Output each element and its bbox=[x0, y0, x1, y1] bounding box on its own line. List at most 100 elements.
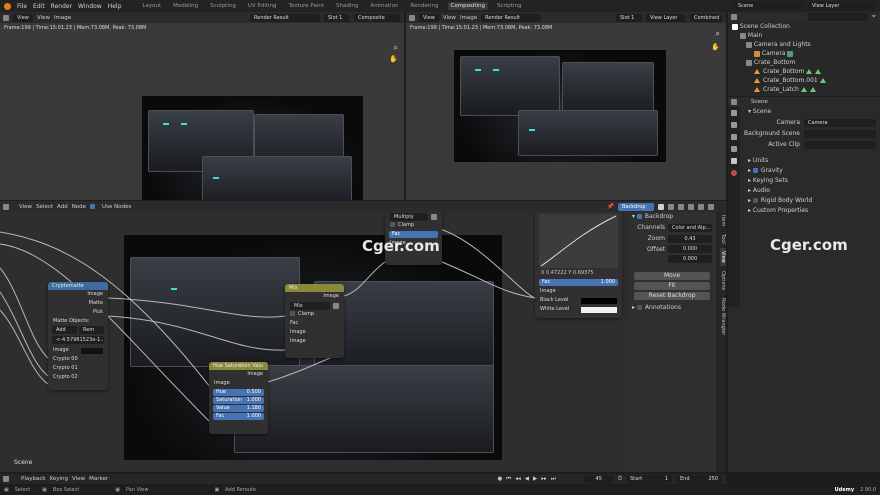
outliner-scene-collection[interactable]: Scene Collection bbox=[728, 22, 880, 31]
outliner-item-crate-latch[interactable]: Crate_Latch bbox=[728, 85, 880, 94]
pin-icon[interactable]: 📌 bbox=[607, 204, 614, 210]
node-canvas[interactable]: Multiply Clamp Fac Image Mix Image Mix C… bbox=[0, 212, 628, 472]
mix-node[interactable]: Mix Image Mix Clamp Fac Image Image bbox=[285, 284, 344, 358]
keying-sets-panel[interactable]: ▸ Keying Sets bbox=[740, 176, 880, 186]
rgb-curves-node[interactable]: X 0.47222 Y 0.69375 Fac 1.000 Image Black… bbox=[535, 212, 622, 318]
node-menu-view[interactable]: View bbox=[19, 204, 32, 210]
menu-view[interactable]: View bbox=[443, 15, 456, 21]
end-frame-field[interactable]: End 250 bbox=[676, 475, 722, 483]
annotations-panel[interactable]: ▸ Annotations bbox=[628, 302, 716, 314]
editor-type-icon[interactable] bbox=[409, 14, 415, 21]
node-preview-icon[interactable] bbox=[333, 302, 339, 309]
view-mode-dropdown[interactable]: View bbox=[419, 13, 439, 22]
saturation-slider[interactable]: Saturation 1.000 bbox=[213, 397, 264, 404]
background-scene-field[interactable] bbox=[804, 129, 876, 138]
add-matte-button[interactable]: Add bbox=[52, 326, 77, 334]
node-preview-icon[interactable] bbox=[431, 213, 437, 220]
pass-selector[interactable]: Combined bbox=[690, 13, 722, 22]
layer-selector[interactable]: Composite bbox=[354, 13, 400, 22]
node-menu-select[interactable]: Select bbox=[36, 204, 53, 210]
workspace-tab-sculpting[interactable]: Sculpting bbox=[207, 2, 239, 10]
mix-node-header[interactable]: Mix bbox=[285, 284, 344, 292]
tab-node-wrangler[interactable]: Node Wrangler bbox=[720, 295, 726, 338]
next-key-icon[interactable]: ▸▸ bbox=[541, 476, 547, 482]
offset-x-field[interactable]: 0.000 bbox=[668, 245, 712, 253]
cryptomatte-header[interactable]: Cryptomatte bbox=[48, 282, 108, 290]
hsv-node-header[interactable]: Hue Saturation Valu bbox=[209, 362, 268, 370]
menu-image[interactable]: Image bbox=[460, 15, 477, 21]
workspace-tab-modeling[interactable]: Modeling bbox=[170, 2, 201, 10]
channel-alpha-icon[interactable] bbox=[698, 203, 704, 210]
workspace-tab-layout[interactable]: Layout bbox=[139, 2, 164, 10]
units-panel[interactable]: ▸ Units bbox=[740, 156, 880, 166]
node-menu-add[interactable]: Add bbox=[57, 204, 68, 210]
backdrop-checkbox[interactable] bbox=[636, 214, 642, 219]
hsv-fac-slider[interactable]: Fac 1.000 bbox=[213, 413, 264, 420]
timeline-menu-view[interactable]: View bbox=[72, 476, 85, 482]
backdrop-panel-header[interactable]: ▾ Backdrop bbox=[628, 212, 716, 222]
outliner-item-camera-lights[interactable]: Camera and Lights bbox=[728, 40, 880, 49]
pan-hand-icon[interactable]: ✋ bbox=[389, 55, 398, 63]
workspace-tab-animation[interactable]: Animation bbox=[367, 2, 401, 10]
workspace-tab-texture-paint[interactable]: Texture Paint bbox=[286, 2, 328, 10]
current-frame-field[interactable]: 45 bbox=[583, 475, 614, 483]
active-clip-field[interactable] bbox=[804, 140, 876, 149]
editor-type-icon[interactable] bbox=[3, 203, 9, 210]
play-reverse-icon[interactable]: ◀ bbox=[525, 476, 529, 482]
outliner-item-crate-bottom-mesh[interactable]: Crate_Bottom bbox=[728, 67, 880, 76]
channel-red-icon[interactable] bbox=[668, 203, 674, 210]
overlay-icon[interactable] bbox=[708, 203, 714, 210]
annotations-checkbox[interactable] bbox=[636, 305, 642, 310]
channels-dropdown[interactable]: Color and Alp... bbox=[668, 223, 712, 232]
workspace-tab-shading[interactable]: Shading bbox=[333, 2, 361, 10]
node-menu-node[interactable]: Node bbox=[72, 204, 86, 210]
slot-selector[interactable]: Slot 1 bbox=[324, 13, 350, 22]
blend-mode-dropdown[interactable]: Multiply bbox=[390, 212, 428, 221]
tab-view[interactable]: View bbox=[720, 248, 726, 267]
matte-id-field[interactable]: <-4.57981523e-1... bbox=[52, 336, 104, 344]
channel-rgb-icon[interactable] bbox=[658, 203, 664, 210]
prev-key-icon[interactable]: ◂◂ bbox=[515, 476, 521, 482]
backdrop-toggle[interactable]: Backdrop bbox=[618, 202, 654, 211]
black-level-color[interactable] bbox=[581, 297, 617, 304]
remove-matte-button[interactable]: Rem bbox=[79, 326, 104, 334]
editor-type-icon[interactable] bbox=[731, 14, 737, 20]
editor-type-icon[interactable] bbox=[3, 476, 9, 482]
mix-clamp-checkbox[interactable] bbox=[290, 311, 295, 316]
view-layer-selector[interactable]: View Layer bbox=[646, 13, 686, 22]
outliner-item-camera[interactable]: Camera bbox=[728, 49, 880, 58]
tab-tool[interactable]: Tool bbox=[720, 231, 726, 247]
offset-y-field[interactable]: 0.000 bbox=[668, 255, 712, 263]
mix-blend-dropdown[interactable]: Mix bbox=[290, 301, 330, 310]
rigid-body-world-panel[interactable]: ▸ Rigid Body World bbox=[740, 196, 880, 206]
custom-properties-panel[interactable]: ▸ Custom Properties bbox=[740, 206, 880, 216]
editor-type-icon[interactable] bbox=[3, 14, 9, 21]
scene-selector[interactable]: Scene bbox=[734, 2, 802, 10]
use-nodes-checkbox[interactable] bbox=[90, 204, 96, 209]
menu-file[interactable]: File bbox=[17, 3, 27, 10]
menu-view[interactable]: View bbox=[37, 15, 50, 21]
menu-window[interactable]: Window bbox=[78, 3, 102, 10]
workspace-tab-compositing[interactable]: Compositing bbox=[447, 2, 488, 10]
channel-green-icon[interactable] bbox=[678, 203, 684, 210]
image-selector[interactable]: Render Result bbox=[481, 13, 542, 22]
scene-panel-header[interactable]: ▾ Scene bbox=[740, 107, 880, 117]
scene-tab-icon[interactable] bbox=[731, 158, 737, 164]
audio-panel[interactable]: ▸ Audio bbox=[740, 186, 880, 196]
curve-graph[interactable] bbox=[539, 214, 618, 268]
channel-blue-icon[interactable] bbox=[688, 203, 694, 210]
jump-end-icon[interactable]: ⏭ bbox=[551, 476, 556, 483]
camera-field[interactable]: Camera bbox=[804, 118, 876, 127]
pan-hand-icon[interactable]: ✋ bbox=[711, 43, 720, 51]
workspace-tab-scripting[interactable]: Scripting bbox=[494, 2, 524, 10]
filter-icon[interactable]: ⏷ bbox=[872, 14, 876, 21]
hue-slider[interactable]: Hue 0.500 bbox=[213, 389, 264, 396]
curves-fac-slider[interactable]: Fac 1.000 bbox=[539, 279, 618, 286]
world-tab-icon[interactable] bbox=[731, 170, 737, 176]
blender-logo-icon[interactable] bbox=[4, 2, 11, 10]
zoom-icon[interactable]: ⌕ bbox=[394, 43, 398, 53]
image-selector[interactable]: Render Result bbox=[250, 13, 320, 22]
editor-type-icon[interactable] bbox=[731, 99, 737, 105]
value-slider[interactable]: Value 1.180 bbox=[213, 405, 264, 412]
rigid-body-checkbox[interactable] bbox=[752, 198, 758, 203]
